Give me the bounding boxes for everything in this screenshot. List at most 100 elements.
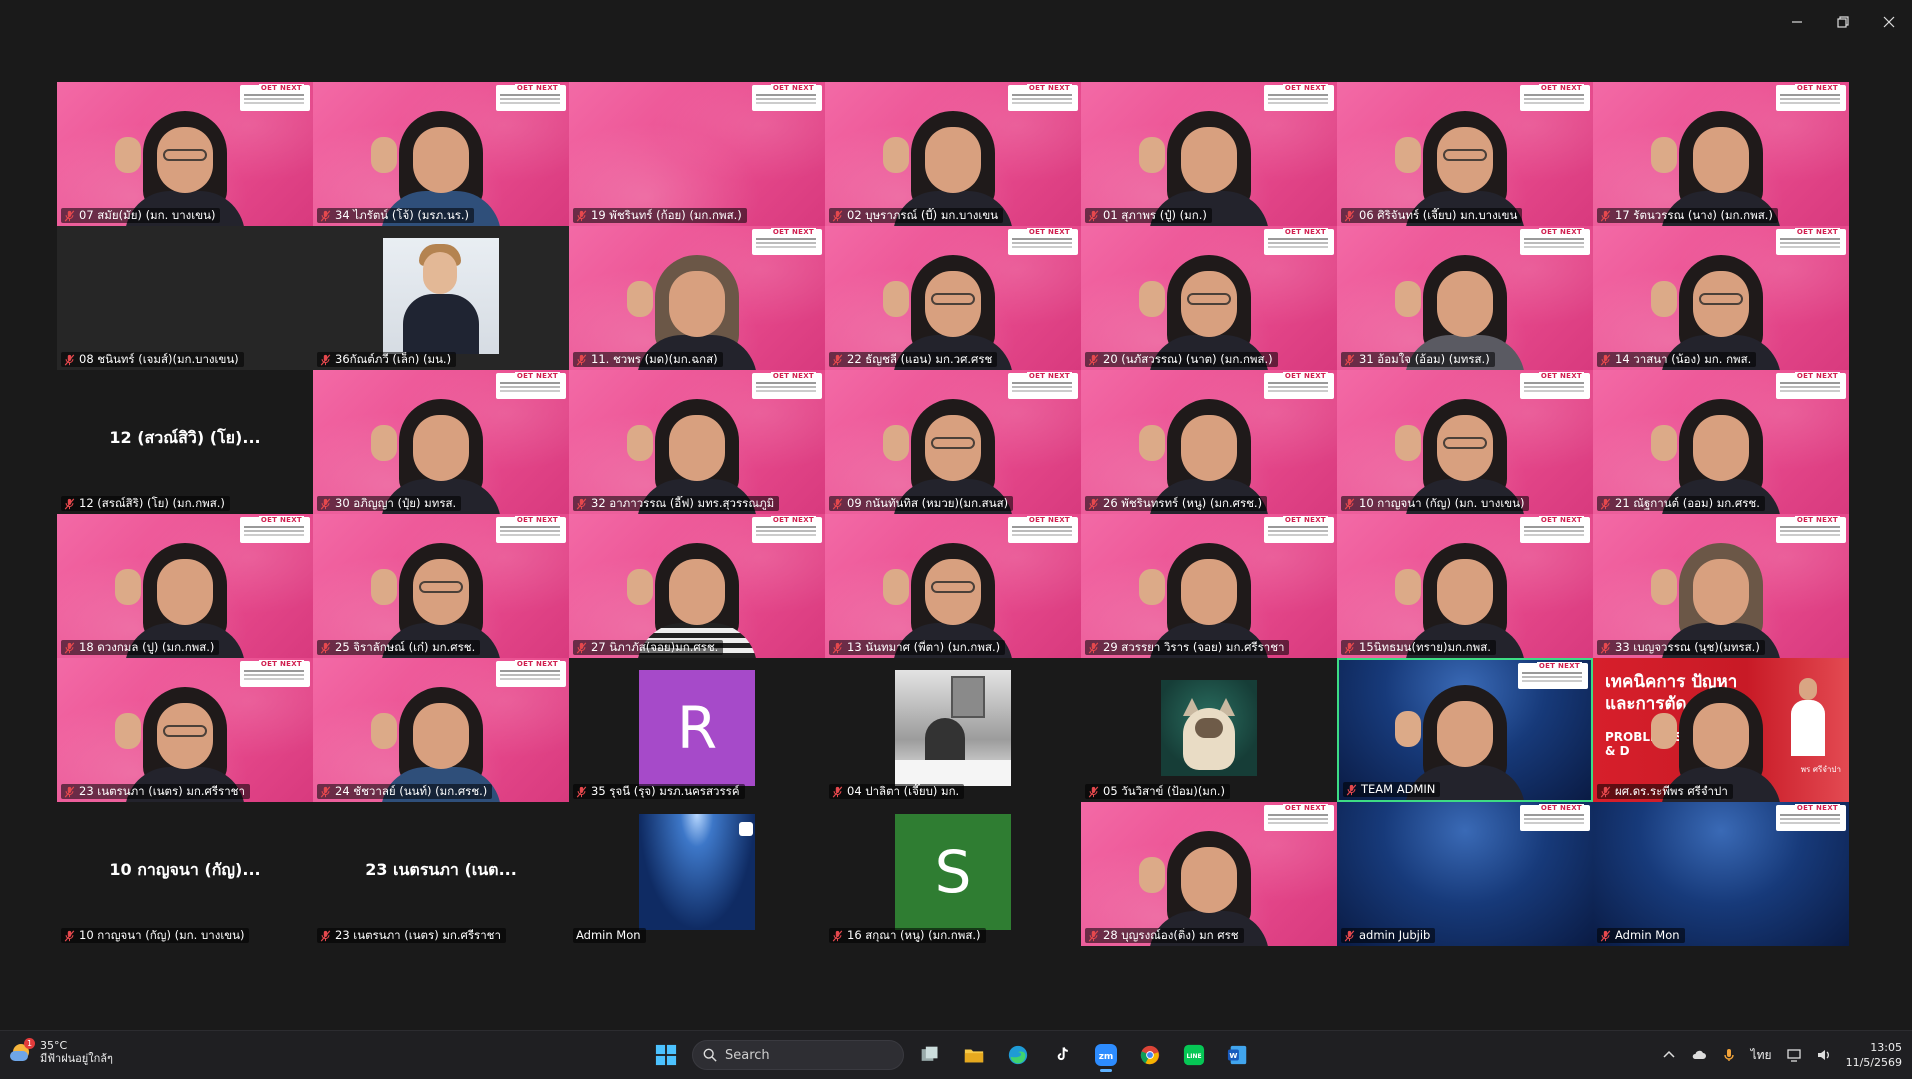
- participant-name: Admin Mon: [576, 928, 641, 942]
- participant-tile[interactable]: 05 วันวิสาข์ (ป้อม)(มก.): [1081, 658, 1337, 802]
- participant-tile[interactable]: OET NEXT 13 นันทมาศ (พี่ตา) (มก.กพส.): [825, 514, 1081, 658]
- participant-tile[interactable]: R 35 รุจนี (รุจ) มรภ.นครสวรรค์: [569, 658, 825, 802]
- minimize-button[interactable]: [1774, 0, 1820, 44]
- banner-logo: OET NEXT: [1282, 84, 1328, 92]
- mic-muted-icon: [1344, 497, 1355, 510]
- banner-logo: OET NEXT: [1794, 516, 1840, 524]
- participant-tile[interactable]: Admin Mon: [569, 802, 825, 946]
- weather-desc: มีฟ้าฝนอยู่ใกล้ๆ: [40, 1052, 113, 1065]
- mic-muted-icon: [320, 209, 331, 222]
- participant-tile[interactable]: OET NEXT 30 อภิญญา (ปุ๋ย) มทรส.: [313, 370, 569, 514]
- microphone-icon[interactable]: [1721, 1047, 1737, 1063]
- participant-tile[interactable]: OET NEXT 33 เบญจวรรณ (นุช)(มทรส.): [1593, 514, 1849, 658]
- participant-name: 09 กนันทันทิส (หมวย)(มก.สนส): [847, 496, 1009, 510]
- avatar: S: [895, 814, 1011, 930]
- chevron-up-icon[interactable]: [1661, 1047, 1677, 1063]
- task-view-button[interactable]: [912, 1037, 948, 1073]
- participant-name-label: 15นิทธมน(ทราย)มก.กพส.: [1341, 640, 1496, 655]
- participant-tile[interactable]: OET NEXT Admin Mon: [1593, 802, 1849, 946]
- slide-banner: OET NEXT: [1776, 84, 1846, 111]
- participant-tile[interactable]: OET NEXT 27 นิภาภัส(จอย)มก.ศรช.: [569, 514, 825, 658]
- participant-tile[interactable]: OET NEXT 17 รัตนวรรณ (นาง) (มก.กพส.): [1593, 82, 1849, 226]
- participant-tile[interactable]: OET NEXT 01 สุภาพร (ปู๋) (มก.): [1081, 82, 1337, 226]
- participant-tile[interactable]: OET NEXT 24 ชัชวาลย์ (นนท์) (มก.ศรช.): [313, 658, 569, 802]
- participant-tile[interactable]: OET NEXT 32 อาภาวรรณ (อี๊ฟ) มทร.สุวรรณภูม…: [569, 370, 825, 514]
- banner-logo: OET NEXT: [514, 84, 560, 92]
- participant-tile[interactable]: OET NEXT 23 เนตรนภา (เนตร) มก.ศรีราชา: [57, 658, 313, 802]
- close-button[interactable]: [1866, 0, 1912, 44]
- mic-muted-icon: [64, 497, 75, 510]
- participant-name-label: 35 รุจนี (รุจ) มรภ.นครสวรรค์: [573, 784, 745, 799]
- slide-banner: OET NEXT: [1776, 228, 1846, 255]
- tiktok-button[interactable]: [1044, 1037, 1080, 1073]
- word-button[interactable]: W: [1220, 1037, 1256, 1073]
- participant-tile[interactable]: 36กัณต์ภวี (เล็ก) (มน.): [313, 226, 569, 370]
- participant-tile[interactable]: OET NEXT 31 อ้อมใจ (อ้อม) (มทรส.): [1337, 226, 1593, 370]
- participant-tile[interactable]: OET NEXT 10 กาญจนา (กัญ) (มก. บางเขน): [1337, 370, 1593, 514]
- window-controls: [1774, 0, 1912, 44]
- network-icon[interactable]: [1786, 1047, 1802, 1063]
- start-button[interactable]: [648, 1037, 684, 1073]
- participant-tile[interactable]: 04 ปาลิตา (เจี๊ยบ) มก.: [825, 658, 1081, 802]
- slide-banner: OET NEXT: [496, 372, 566, 399]
- participant-name-label: 13 นันทมาศ (พี่ตา) (มก.กพส.): [829, 640, 1006, 655]
- weather-widget[interactable]: 1 35°C มีฟ้าฝนอยู่ใกล้ๆ: [10, 1038, 113, 1065]
- participant-tile[interactable]: OET NEXT 21 ณัฐกานต์ (ออม) มก.ศรช.: [1593, 370, 1849, 514]
- participant-tile[interactable]: OET NEXT 07 สมัย(มัย) (มก. บางเขน): [57, 82, 313, 226]
- participant-tile[interactable]: OET NEXT 15นิทธมน(ทราย)มก.กพส.: [1337, 514, 1593, 658]
- participant-name-label: 27 นิภาภัส(จอย)มก.ศรช.: [573, 640, 724, 655]
- participant-tile[interactable]: OET NEXT 18 ดวงกมล (ปู) (มก.กพส.): [57, 514, 313, 658]
- participant-name-label: 30 อภิญญา (ปุ๋ย) มทรส.: [317, 496, 462, 511]
- participant-tile[interactable]: เทคนิคการ ปัญหา และการตัด PROBLEM S & D พร ศ…: [1593, 658, 1849, 802]
- participant-tile[interactable]: OET NEXT admin Jubjib: [1337, 802, 1593, 946]
- mic-muted-icon: [1600, 209, 1611, 222]
- participant-tile[interactable]: OET NEXT 11. ชวพร (มด)(มก.ฉกส): [569, 226, 825, 370]
- restore-button[interactable]: [1820, 0, 1866, 44]
- file-explorer-button[interactable]: [956, 1037, 992, 1073]
- participant-name: 35 รุจนี (รุจ) มรภ.นครสวรรค์: [591, 784, 740, 798]
- participant-name-label: 26 พัชรินทรทร์ (หนู) (มก.ศรช.): [1085, 496, 1268, 511]
- clock[interactable]: 13:05 11/5/2569: [1846, 1040, 1902, 1070]
- input-language[interactable]: ไทย: [1751, 1046, 1772, 1065]
- cloud-icon[interactable]: [1691, 1047, 1707, 1063]
- participant-tile[interactable]: OET NEXT 20 (นภัสวรรณ) (นาต) (มก.กพส.): [1081, 226, 1337, 370]
- participant-tile[interactable]: S 16 สกุณา (หนู) (มก.กพส.): [825, 802, 1081, 946]
- participant-tile[interactable]: OET NEXT 29 สวรรยา วิราร (จอย) มก.ศรีราชา: [1081, 514, 1337, 658]
- participant-tile[interactable]: 23 เนตรนภา (เนต... 23 เนตรนภา (เนตร) มก.ศ…: [313, 802, 569, 946]
- zoom-button[interactable]: zm: [1088, 1037, 1124, 1073]
- mic-muted-icon: [1088, 497, 1099, 510]
- volume-icon[interactable]: [1816, 1047, 1832, 1063]
- participant-name-label: 19 พัชรินทร์ (ก้อย) (มก.กพส.): [573, 208, 747, 223]
- participant-name: 01 สุภาพร (ปู๋) (มก.): [1103, 208, 1207, 222]
- participant-tile[interactable]: OET NEXT 06 ศิริจันทร์ (เจี๊ยบ) มก.บางเขน: [1337, 82, 1593, 226]
- chrome-button[interactable]: [1132, 1037, 1168, 1073]
- participant-tile[interactable]: OET NEXT 28 บุญรงณ์อง(ติ่ง) มก ศรช: [1081, 802, 1337, 946]
- participant-tile[interactable]: OET NEXT 02 บุษราภรณ์ (บี๊) มก.บางเขน: [825, 82, 1081, 226]
- taskbar-search[interactable]: Search: [692, 1040, 904, 1070]
- participant-tile[interactable]: OET NEXT 14 วาสนา (น้อง) มก. กพส.: [1593, 226, 1849, 370]
- participant-tile[interactable]: OET NEXT 34 ไภรัตน์ (โจ้) (มรภ.นร.): [313, 82, 569, 226]
- participant-name: 22 ธัญชลี (แอน) มก.วศ.ศรช: [847, 352, 993, 366]
- participant-tile[interactable]: OET NEXT TEAM ADMIN: [1337, 658, 1593, 802]
- slide-banner: OET NEXT: [1520, 516, 1590, 543]
- participant-tile[interactable]: OET NEXT 19 พัชรินทร์ (ก้อย) (มก.กพส.): [569, 82, 825, 226]
- participant-tile[interactable]: OET NEXT 25 จิราลักษณ์ (เก๋) มก.ศรช.: [313, 514, 569, 658]
- participant-name-label: 05 วันวิสาข์ (ป้อม)(มก.): [1085, 784, 1230, 799]
- participant-tile[interactable]: OET NEXT 22 ธัญชลี (แอน) มก.วศ.ศรช: [825, 226, 1081, 370]
- participant-tile[interactable]: 10 กาญจนา (กัญ)... 10 กาญจนา (กัญ) (มก. บ…: [57, 802, 313, 946]
- participant-tile[interactable]: 12 (สวณ์สิวิ) (โย)... 12 (สรณ์สิริ) (โย) …: [57, 370, 313, 514]
- participant-name: 30 อภิญญา (ปุ๋ย) มทรส.: [335, 496, 457, 510]
- avatar: [1161, 680, 1257, 776]
- participant-name: admin Jubjib: [1359, 928, 1431, 942]
- participant-tile[interactable]: 08 ชนินทร์ (เจมส์)(มก.บางเขน): [57, 226, 313, 370]
- windows-icon: [655, 1044, 677, 1066]
- line-button[interactable]: LINE: [1176, 1037, 1212, 1073]
- edge-button[interactable]: [1000, 1037, 1036, 1073]
- banner-logo: OET NEXT: [514, 516, 560, 524]
- participant-tile[interactable]: OET NEXT 26 พัชรินทรทร์ (หนู) (มก.ศรช.): [1081, 370, 1337, 514]
- mic-muted-icon: [1088, 929, 1099, 942]
- participant-name: TEAM ADMIN: [1361, 782, 1436, 796]
- slide-banner: OET NEXT: [1264, 516, 1334, 543]
- participant-tile[interactable]: OET NEXT 09 กนันทันทิส (หมวย)(มก.สนส): [825, 370, 1081, 514]
- participant-name: 31 อ้อมใจ (อ้อม) (มทรส.): [1359, 352, 1490, 366]
